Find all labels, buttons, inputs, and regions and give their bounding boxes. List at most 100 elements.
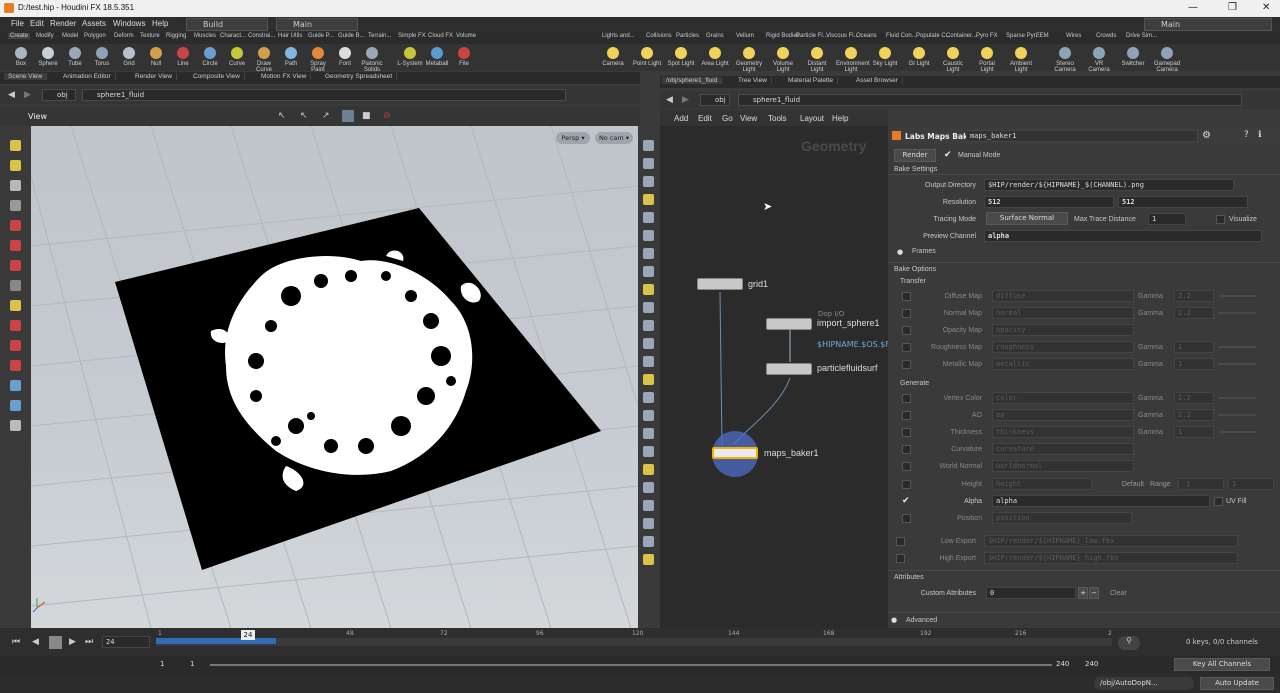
visualize-checkbox[interactable] [1216,215,1225,224]
pane-tab[interactable]: /obj/sphere1_fluid [662,77,723,84]
shelf-tool[interactable]: Distant Light [802,47,832,73]
network-menu-item[interactable]: Edit [698,114,712,123]
uv-fill-checkbox[interactable] [1214,497,1223,506]
display-option-icon[interactable] [643,302,654,313]
shelf-tab[interactable]: Deform [114,33,134,39]
gamma-field[interactable]: 2.2 [1174,409,1214,421]
pane-tab[interactable]: Motion FX View [257,73,312,80]
display-option-icon[interactable] [643,248,654,259]
shelf-tool[interactable]: Ambient Light [1006,47,1036,73]
advanced-expand-icon[interactable]: ● [891,616,897,624]
display-option-icon[interactable] [643,374,654,385]
gamma-field[interactable]: 2.2 [1174,290,1214,302]
shelf-tool[interactable]: Stereo Camera [1050,47,1080,73]
row-field[interactable]: roughness [992,341,1134,353]
left-path-node[interactable]: sphere1_fluid [82,89,566,101]
square-icon[interactable]: ■ [362,111,371,121]
display-option-icon[interactable] [643,464,654,475]
network-menu-item[interactable]: Help [832,114,848,123]
height-field[interactable]: height [992,478,1092,490]
shelf-tab[interactable]: Oceans [856,33,877,39]
row-field[interactable]: diffuse [992,290,1134,302]
display-option-icon[interactable] [643,518,654,529]
key-all-channels-select[interactable]: Key All Channels [1174,658,1270,671]
gamma-field[interactable]: 1 [1174,341,1214,353]
shelf-tool[interactable]: Font [330,47,360,67]
current-frame-marker[interactable]: 24 [241,630,255,640]
range-end[interactable]: 240 [1056,660,1069,668]
shelf-tool[interactable]: Point Light [632,47,662,67]
node-maps-baker1[interactable] [712,447,758,459]
output-dir-field[interactable]: $HIP/render/${HIPNAME}_$(CHANNEL).png [984,179,1234,191]
shelf-tool[interactable]: Switcher [1118,47,1148,67]
stop-icon[interactable] [49,636,62,649]
pane-tab[interactable]: Render View [131,73,178,80]
jump-start-icon[interactable]: ⏮ [12,637,20,647]
display-option-icon[interactable] [643,446,654,457]
minimize-icon[interactable]: — [1188,2,1198,13]
low-export-field[interactable]: $HIP/render/${HIPNAME}_low.fbx [984,535,1238,547]
shelf-tool[interactable]: File [449,47,479,67]
shelf-tool[interactable]: Draw Curve [249,47,279,73]
close-icon[interactable]: ✕ [1262,2,1270,13]
tool-icon[interactable] [10,140,21,151]
tool-icon[interactable] [10,360,21,371]
shelf-tool[interactable]: Path [276,47,306,67]
select-box-icon[interactable] [342,110,354,122]
transfer-section[interactable]: Transfer [900,278,926,285]
tool-icon[interactable] [10,220,21,231]
render-button[interactable]: Render [894,149,936,162]
gamma-slider[interactable] [1218,346,1256,348]
tool-icon[interactable] [10,340,21,351]
shelf-tool[interactable]: Volume Light [768,47,798,73]
timeline-track[interactable] [156,638,1112,646]
shelf-tab[interactable]: Muscles [194,33,216,39]
display-option-icon[interactable] [643,410,654,421]
gamma-field[interactable]: 2.2 [1174,392,1214,404]
max-trace-field[interactable]: 1 [1148,213,1186,225]
right-path-obj[interactable]: obj [700,94,730,106]
display-option-icon[interactable] [643,320,654,331]
node-name-field[interactable]: maps_baker1 [966,130,1198,142]
camera-menu[interactable]: No cam ▾ [595,132,633,144]
gamma-slider[interactable] [1218,312,1256,314]
pane-tab[interactable]: Asset Browser [852,77,903,84]
shelf-tool[interactable]: Caustic Light [938,47,968,73]
display-option-icon[interactable] [643,500,654,511]
attributes-section[interactable]: Attributes [894,574,924,581]
row-field[interactable]: opacity [992,324,1134,336]
display-option-icon[interactable] [643,554,654,565]
shelf-tab[interactable]: Crowds [1096,33,1116,39]
shelf-tab[interactable]: Rigging [166,33,186,39]
shelf-tool[interactable]: Torus [87,47,117,67]
gamma-field[interactable]: 1 [1174,358,1214,370]
shelf-tab[interactable]: Lights and... [602,33,635,39]
right-path-node[interactable]: sphere1_fluid [738,94,1242,106]
tool-icon[interactable] [10,260,21,271]
shelf-tab[interactable]: Viscous Fl... [826,33,859,39]
pane-tab[interactable]: Scene View [4,73,48,80]
shelf-tab[interactable]: Simple FX [398,33,426,39]
frames-expand-icon[interactable]: ● [897,248,903,256]
shelf-tool[interactable]: Curve [222,47,252,67]
select-arrow-icon[interactable]: ↖ [278,111,286,121]
frame-field[interactable]: 24 [102,636,150,648]
range-start[interactable]: 1 [160,660,164,668]
shelf-tool[interactable]: Sky Light [870,47,900,67]
display-option-icon[interactable] [643,284,654,295]
tool-icon[interactable] [10,320,21,331]
resolution-y-field[interactable]: 512 [1118,196,1248,208]
shelf-tab[interactable]: Cloud FX [428,33,453,39]
left-path-obj[interactable]: obj [42,89,76,101]
display-option-icon[interactable] [643,230,654,241]
row-field[interactable]: worldnormal [992,460,1134,472]
gear-icon[interactable]: ⚙ [1202,130,1211,141]
play-back-icon[interactable]: ◀ [32,637,39,647]
play-icon[interactable]: ▶ [69,637,76,647]
shelf-tool[interactable]: Metaball [422,47,452,67]
range-start-2[interactable]: 1 [190,660,194,668]
right-desktop-select[interactable]: Main [1144,18,1272,31]
generate-section[interactable]: Generate [900,380,929,387]
shelf-tool[interactable]: L-System [395,47,425,67]
height-default[interactable]: Default [1096,481,1144,488]
